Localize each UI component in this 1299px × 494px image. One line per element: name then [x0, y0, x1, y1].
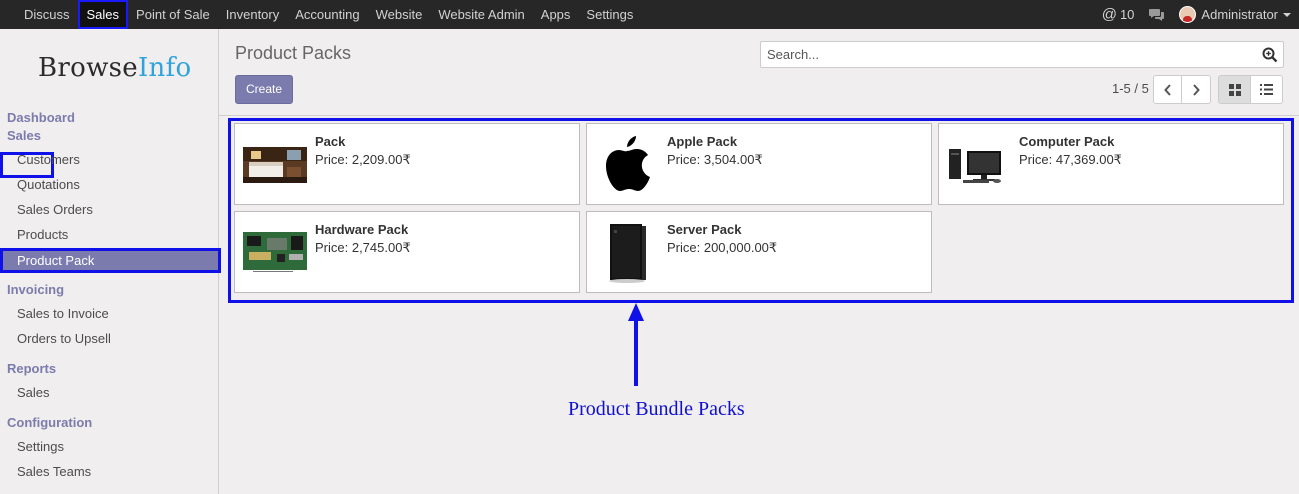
- annotation-caption: Product Bundle Packs: [568, 398, 745, 420]
- user-name: Administrator: [1201, 7, 1278, 22]
- sidebar-item-product-pack[interactable]: Product Pack: [0, 248, 221, 273]
- sidebar-section-configuration: Configuration: [7, 415, 93, 430]
- list-view-button[interactable]: [1250, 75, 1283, 104]
- sidebar-section-reports: Reports: [7, 361, 57, 376]
- apple-logo-icon: [595, 134, 659, 196]
- chevron-left-icon: [1163, 83, 1171, 96]
- sidebar-dashboard[interactable]: Dashboard: [7, 110, 75, 125]
- menu-sales[interactable]: Sales: [77, 0, 129, 29]
- mentions-count: 10: [1119, 7, 1135, 22]
- card-title: Pack: [315, 134, 346, 149]
- circuit-board-image: [243, 222, 307, 284]
- menu-discuss[interactable]: Discuss: [16, 0, 78, 29]
- card-price: Price: 2,745.00₹: [315, 240, 411, 255]
- pager-next-button[interactable]: [1181, 75, 1211, 104]
- sidebar: BrowseInfo Dashboard Sales Customers Quo…: [0, 29, 221, 494]
- sidebar-item-products[interactable]: Products: [17, 227, 68, 242]
- card-title: Server Pack: [667, 222, 742, 237]
- sidebar-item-sales-teams[interactable]: Sales Teams: [17, 464, 91, 479]
- menu-apps[interactable]: Apps: [533, 0, 579, 29]
- kanban-card-pack[interactable]: Pack Price: 2,209.00₹: [234, 123, 580, 205]
- kanban-view-button[interactable]: [1218, 75, 1251, 104]
- card-title: Apple Pack: [667, 134, 738, 149]
- sidebar-item-sales-orders[interactable]: Sales Orders: [17, 202, 93, 217]
- hotel-room-image: [243, 134, 307, 196]
- annotation-arrow-icon: [628, 303, 644, 386]
- pager-value[interactable]: 1-5 / 5: [1112, 81, 1149, 96]
- menu-website-admin[interactable]: Website Admin: [430, 0, 532, 29]
- company-logo: BrowseInfo: [38, 53, 192, 83]
- sidebar-item-orders-to-upsell[interactable]: Orders to Upsell: [17, 331, 111, 346]
- card-price: Price: 3,504.00₹: [667, 152, 763, 167]
- systray: @ 10 Administrator: [1102, 0, 1291, 29]
- menu-inventory[interactable]: Inventory: [218, 0, 287, 29]
- card-title: Computer Pack: [1019, 134, 1115, 149]
- card-price: Price: 200,000.00₹: [667, 240, 778, 255]
- kanban-card-hardware-pack[interactable]: Hardware Pack Price: 2,745.00₹: [234, 211, 580, 293]
- menu-settings[interactable]: Settings: [578, 0, 641, 29]
- list-icon: [1260, 84, 1273, 95]
- create-button[interactable]: Create: [235, 75, 293, 104]
- grid-icon: [1228, 83, 1241, 96]
- pager-previous-button[interactable]: [1153, 75, 1182, 104]
- user-menu[interactable]: Administrator: [1179, 6, 1291, 23]
- menu-website[interactable]: Website: [368, 0, 431, 29]
- card-price: Price: 47,369.00₹: [1019, 152, 1122, 167]
- menu-point-of-sale[interactable]: Point of Sale: [128, 0, 218, 29]
- sidebar-item-quotations[interactable]: Quotations: [17, 177, 80, 192]
- search-input[interactable]: [760, 41, 1284, 68]
- caret-down-icon: [1283, 12, 1291, 17]
- sidebar-section-sales[interactable]: Sales: [7, 128, 41, 143]
- sidebar-item-customers[interactable]: Customers: [17, 152, 80, 167]
- kanban-card-apple-pack[interactable]: Apple Pack Price: 3,504.00₹: [586, 123, 932, 205]
- sidebar-item-settings[interactable]: Settings: [17, 439, 64, 454]
- mentions-button[interactable]: @ 10: [1102, 6, 1135, 23]
- kanban-card-server-pack[interactable]: Server Pack Price: 200,000.00₹: [586, 211, 932, 293]
- menu-accounting[interactable]: Accounting: [287, 0, 367, 29]
- sidebar-section-invoicing: Invoicing: [7, 282, 65, 297]
- search-icon[interactable]: [1262, 47, 1278, 63]
- top-navbar: Discuss Sales Point of Sale Inventory Ac…: [0, 0, 1299, 29]
- chat-icon[interactable]: [1148, 8, 1165, 22]
- kanban-card-computer-pack[interactable]: Computer Pack Price: 47,369.00₹: [938, 123, 1284, 205]
- sidebar-item-sales-to-invoice[interactable]: Sales to Invoice: [17, 306, 109, 321]
- card-price: Price: 2,209.00₹: [315, 152, 411, 167]
- avatar: [1179, 6, 1197, 23]
- app-menu: Discuss Sales Point of Sale Inventory Ac…: [0, 0, 641, 29]
- at-icon: @: [1101, 6, 1117, 23]
- server-tower-image: [595, 222, 659, 284]
- sidebar-item-reports-sales[interactable]: Sales: [17, 385, 50, 400]
- page-title: Product Packs: [235, 43, 352, 63]
- control-panel-divider: [219, 115, 1299, 116]
- chevron-right-icon: [1193, 83, 1200, 96]
- computer-image: [947, 134, 1011, 196]
- card-title: Hardware Pack: [315, 222, 409, 237]
